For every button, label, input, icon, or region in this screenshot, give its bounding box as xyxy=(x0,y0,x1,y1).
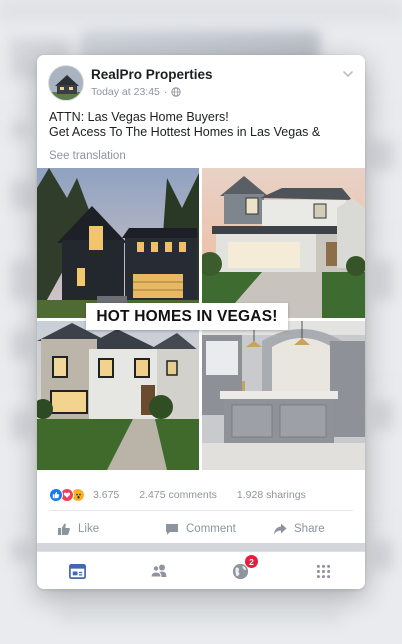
photo-banner: HOT HOMES IN VEGAS! xyxy=(86,303,288,330)
post-text-line-1: ATTN: Las Vegas Home Buyers! xyxy=(49,110,229,124)
feed-icon xyxy=(68,563,86,579)
share-label: Share xyxy=(294,523,325,535)
post-timestamp[interactable]: Today at 23:45 xyxy=(91,86,160,98)
photo-grid[interactable]: HOT HOMES IN VEGAS! xyxy=(37,168,365,470)
photo-gray-kitchen[interactable] xyxy=(202,321,365,470)
tab-notifications[interactable]: 2 xyxy=(227,555,258,584)
comment-icon xyxy=(166,524,178,535)
like-label: Like xyxy=(78,523,100,535)
divider xyxy=(49,510,353,511)
tab-friends[interactable] xyxy=(146,558,172,584)
post-text-line-2: Get Acess To The Hottest Homes in Las Ve… xyxy=(49,125,321,139)
share-button[interactable]: Share xyxy=(273,518,325,540)
reaction-count[interactable]: 3.675 xyxy=(93,489,119,501)
facebook-post-card: RealPro Properties Today at 23:45 · ATTN… xyxy=(37,55,365,589)
share-count[interactable]: 1.928 sharings xyxy=(237,489,306,501)
share-icon xyxy=(274,523,287,535)
page-avatar[interactable] xyxy=(48,65,84,101)
notification-badge: 2 xyxy=(245,555,258,568)
post-stats: 3.675 2.475 comments 1.928 sharings xyxy=(49,485,354,505)
comment-button[interactable]: Comment xyxy=(165,518,236,540)
post-text: ATTN: Las Vegas Home Buyers! Get Acess T… xyxy=(49,110,359,140)
chevron-down-icon[interactable] xyxy=(341,67,355,81)
post-author[interactable]: RealPro Properties xyxy=(91,67,213,82)
comment-count[interactable]: 2.475 comments xyxy=(139,489,217,501)
photo-stone-house[interactable] xyxy=(37,321,199,470)
globe-icon xyxy=(171,87,182,97)
photo-gray-two-story[interactable] xyxy=(202,168,365,318)
photo-dark-farmhouse[interactable] xyxy=(37,168,199,318)
see-translation-link[interactable]: See translation xyxy=(49,150,126,162)
friends-icon xyxy=(150,564,167,578)
post-actions: Like Comment Share xyxy=(37,518,365,540)
post-meta: Today at 23:45 · xyxy=(91,86,182,98)
like-icon xyxy=(58,523,70,535)
section-separator xyxy=(37,543,365,551)
comment-label: Comment xyxy=(186,523,236,535)
bottom-tab-bar: 2 xyxy=(37,551,365,589)
reaction-icons[interactable] xyxy=(49,488,85,502)
like-button[interactable]: Like xyxy=(57,518,99,540)
tab-news-feed[interactable] xyxy=(64,558,90,584)
menu-grid-icon xyxy=(316,564,330,578)
post-header: RealPro Properties Today at 23:45 · xyxy=(37,55,365,107)
like-reaction-icon xyxy=(49,488,63,502)
tab-menu[interactable] xyxy=(310,558,336,584)
